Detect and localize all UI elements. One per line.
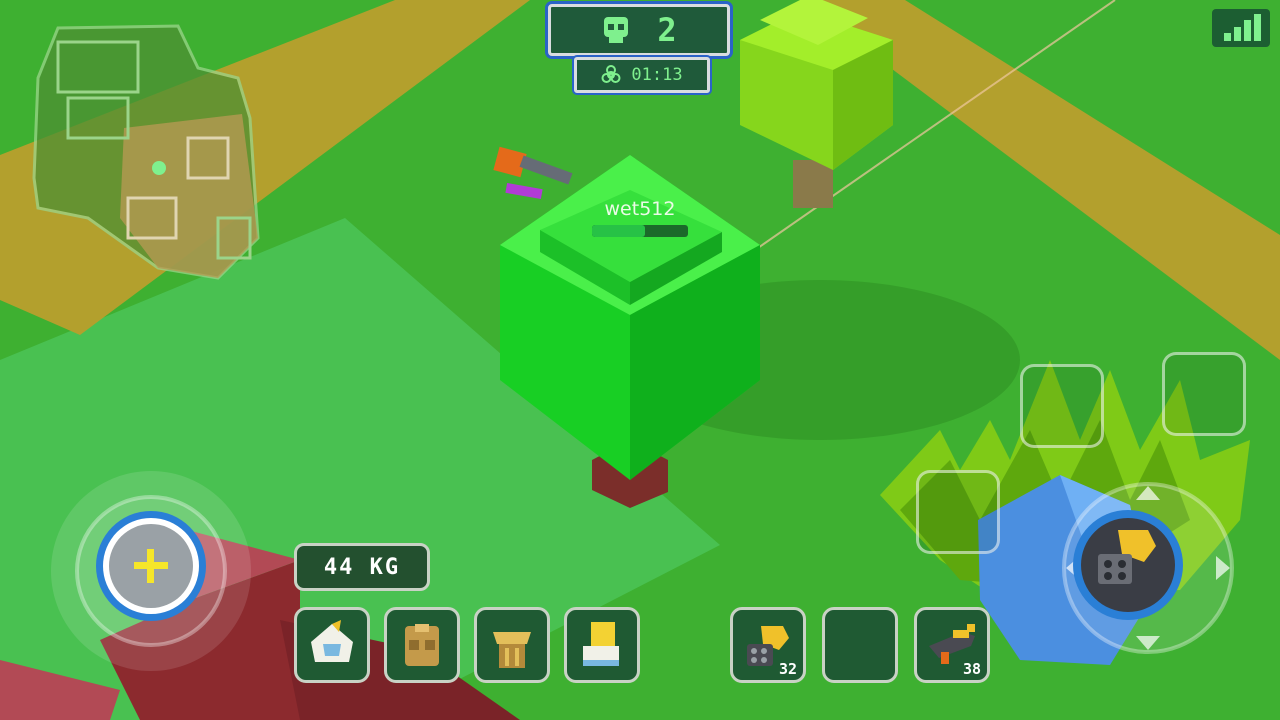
- fire-button[interactable]: [1060, 480, 1236, 656]
- ammo-count: 38: [962, 660, 981, 678]
- player-health-bar: [592, 225, 688, 237]
- player-marker-icon: [152, 161, 166, 175]
- backpack-icon: [493, 632, 531, 668]
- signal-bars-icon: [1224, 14, 1261, 41]
- skull-icon: [604, 17, 629, 43]
- boots-icon: [583, 622, 619, 666]
- backpack-slot[interactable]: [474, 607, 550, 683]
- action-slot[interactable]: [1020, 364, 1104, 448]
- action-slot[interactable]: [916, 470, 1000, 554]
- helmet-icon: [311, 620, 353, 662]
- backpack-weight: 44 KG: [294, 543, 430, 591]
- weapon-slot-3[interactable]: 38: [914, 607, 990, 683]
- minimap[interactable]: [28, 18, 264, 288]
- kills-counter: 2: [548, 4, 730, 56]
- helmet-slot[interactable]: [294, 607, 370, 683]
- action-slot[interactable]: [1162, 352, 1246, 436]
- player-health-fill: [592, 225, 645, 237]
- timer-text: 01:13: [631, 65, 683, 85]
- vest-slot[interactable]: [384, 607, 460, 683]
- player-name: wet512: [604, 198, 676, 220]
- weapon-slot-2[interactable]: [822, 607, 898, 683]
- kills-count: 2: [657, 11, 677, 49]
- vest-icon: [405, 624, 439, 666]
- ammo-count: 32: [778, 660, 797, 678]
- boots-slot[interactable]: [564, 607, 640, 683]
- zone-timer: 01:13: [574, 57, 710, 93]
- biohazard-icon: [601, 65, 621, 83]
- signal-indicator: [1212, 9, 1270, 47]
- weapon-slot-1[interactable]: 32: [730, 607, 806, 683]
- game-viewport: 2 01:13 wet512 44 KG 32 38: [0, 0, 1280, 720]
- movement-joystick[interactable]: [46, 466, 256, 676]
